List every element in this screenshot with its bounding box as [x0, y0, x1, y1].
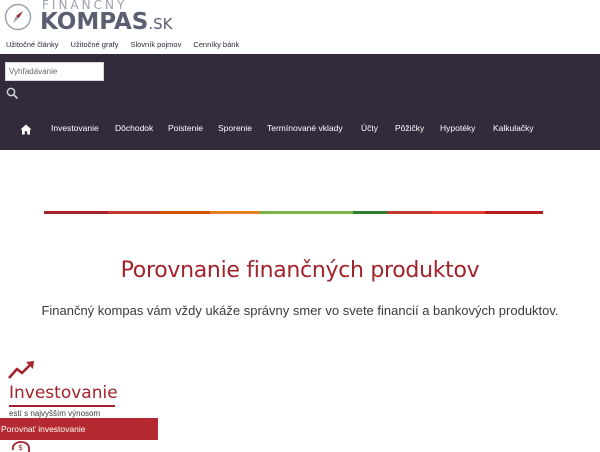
menu-strip-investovanie: [44, 211, 108, 214]
logo-wordmark: KOMPAS.SK: [40, 9, 173, 35]
investovanie-title: Investovanie: [9, 383, 118, 403]
menu-item-terminovane-vklady[interactable]: Termínované vklady: [267, 123, 343, 133]
menu-strip-dochodok: [108, 211, 160, 214]
menu-item-kalkulacky[interactable]: Kalkulačky: [493, 123, 534, 133]
topnav-uzitocne-clanky[interactable]: Užitočné články: [6, 40, 59, 49]
menu-item-hypoteky[interactable]: Hypotéky: [440, 123, 475, 133]
menu-item-ucty[interactable]: Účty: [361, 123, 378, 133]
menu-strip-pozicky: [387, 211, 432, 214]
search-input[interactable]: [5, 62, 104, 81]
main-menu: Investovanie Dôchodok Poistenie Sporenie…: [0, 118, 600, 214]
menu-item-investovanie[interactable]: Investovanie: [51, 123, 99, 133]
topnav-cenniky-bank[interactable]: Cenníky bánk: [193, 40, 239, 49]
main-header: Investovanie Dôchodok Poistenie Sporenie…: [0, 54, 600, 214]
investovanie-underline: [9, 405, 115, 407]
menu-item-dochodok[interactable]: Dôchodok: [115, 123, 153, 133]
menu-strip-hypoteky: [432, 211, 485, 214]
topnav-uzitocne-grafy[interactable]: Užitočné grafy: [71, 40, 119, 49]
logo[interactable]: FINANČNÝ KOMPAS.SK: [4, 0, 172, 36]
menu-strip-ucty: [353, 211, 387, 214]
menu-item-sporenie[interactable]: Sporenie: [218, 123, 252, 133]
page-subtitle: Finančný kompas vám vždy ukáže správny s…: [41, 303, 559, 318]
menu-item-pozicky[interactable]: Pôžičky: [395, 123, 424, 133]
home-icon[interactable]: [20, 124, 32, 135]
menu-strip-poistenie: [160, 211, 210, 214]
page-title: Porovnanie finančných produktov: [120, 258, 480, 283]
investovanie-desc: estí s najvyšším výnosom: [9, 409, 101, 418]
search-icon[interactable]: [6, 87, 18, 99]
topnav-slovnik-pojmov[interactable]: Slovník pojmov: [130, 40, 181, 49]
compass-icon: [4, 3, 32, 31]
porovnat-investovanie-button[interactable]: Porovnať investovanie: [0, 418, 158, 440]
top-nav: Užitočné články Užitočné grafy Slovník p…: [6, 40, 239, 49]
svg-text:$: $: [18, 443, 23, 452]
trend-up-icon: [8, 361, 34, 379]
menu-strip-kalkulacky: [485, 211, 543, 214]
menu-item-poistenie[interactable]: Poistenie: [168, 123, 203, 133]
menu-strip-terminovane-vklady: [260, 211, 353, 214]
menu-strip-sporenie: [210, 211, 260, 214]
